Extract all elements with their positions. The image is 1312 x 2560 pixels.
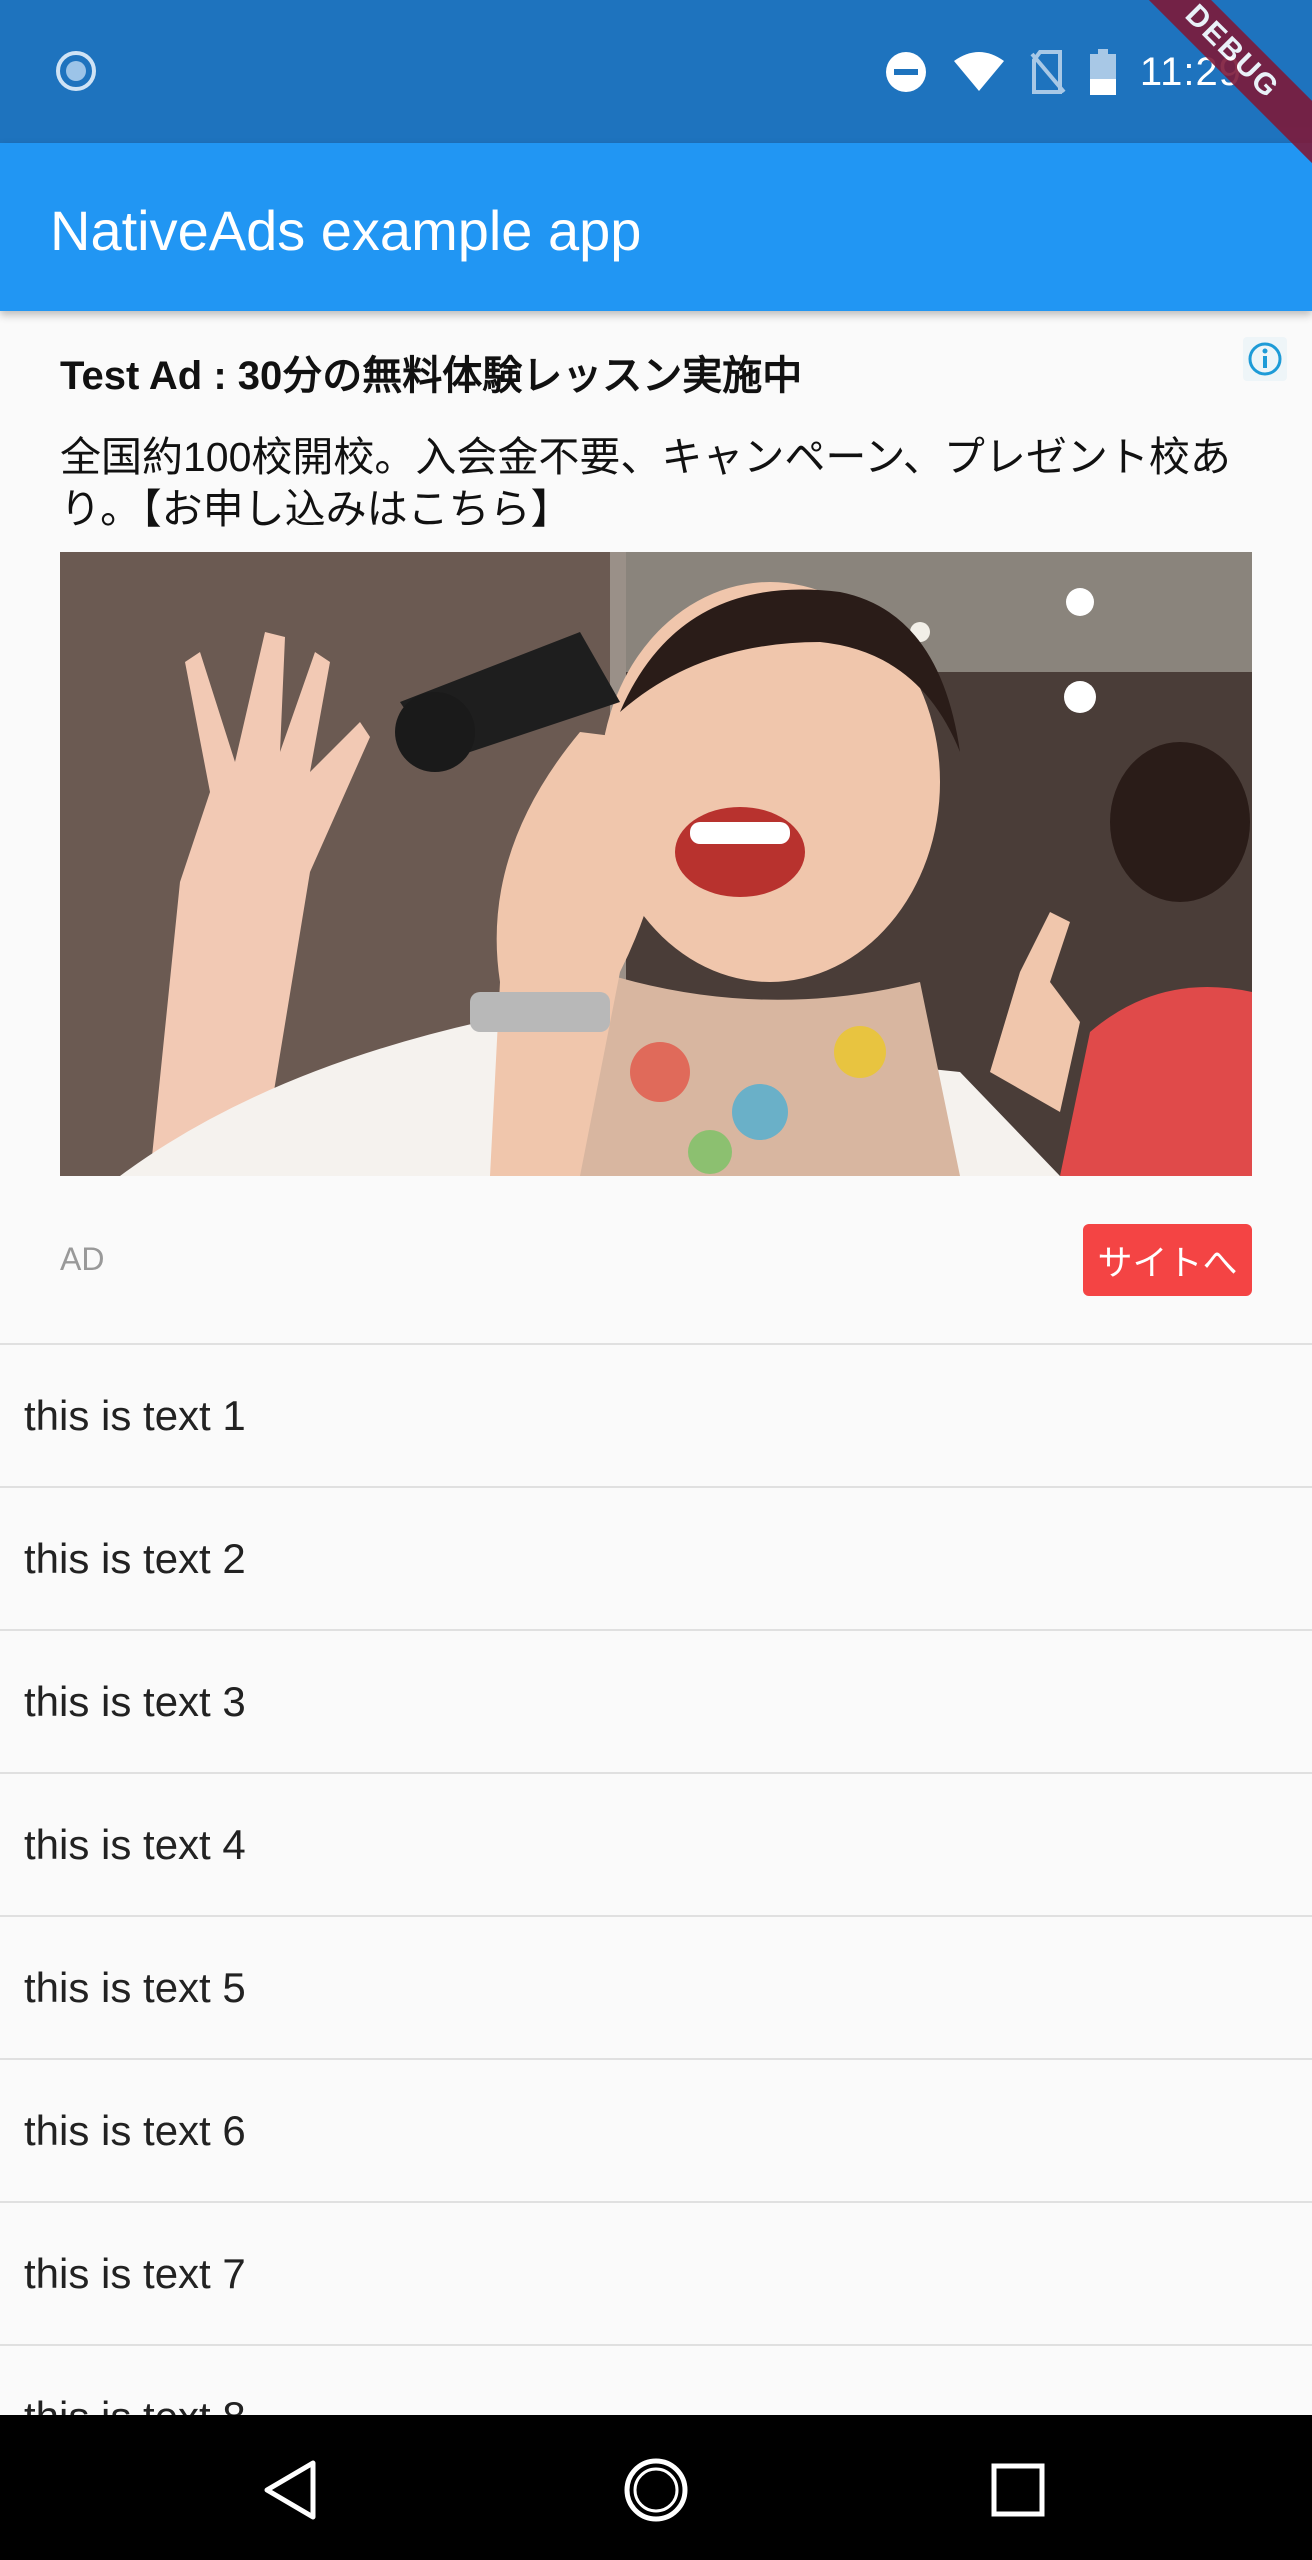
list-item[interactable]: this is text 7 <box>0 2201 1312 2344</box>
list-item[interactable]: this is text 6 <box>0 2058 1312 2201</box>
recents-icon[interactable] <box>983 2455 1053 2525</box>
ad-cta-button[interactable]: サイトへ <box>1083 1224 1252 1296</box>
ad-choices-info-icon[interactable] <box>1243 337 1287 381</box>
status-icons: 11:29 <box>884 40 1242 104</box>
ad-body[interactable]: 全国約100校開校。入会金不要、キャンペーン、プレゼント校あり。【お申し込みはこ… <box>60 431 1240 535</box>
do-not-disturb-icon <box>885 52 926 92</box>
list-item[interactable]: this is text 5 <box>0 1915 1312 2058</box>
back-icon[interactable] <box>255 2455 325 2525</box>
status-bar: 11:29 <box>0 0 1312 143</box>
list-item[interactable]: this is text 2 <box>0 1486 1312 1629</box>
wifi-icon <box>953 52 1004 91</box>
list-item[interactable]: this is text 4 <box>0 1772 1312 1915</box>
loading-spinner-icon <box>56 51 96 91</box>
native-ad[interactable]: Test Ad : 30分の無料体験レッスン実施中 全国約100校開校。入会金不… <box>0 311 1312 1343</box>
list-item[interactable]: this is text 3 <box>0 1629 1312 1772</box>
app-bar-title: NativeAds example app <box>50 199 642 262</box>
ad-media-image[interactable] <box>60 552 1252 1176</box>
ad-headline[interactable]: Test Ad : 30分の無料体験レッスン実施中 <box>60 343 802 401</box>
battery-icon <box>1089 49 1116 95</box>
text-list: this is text 1 this is text 2 this is te… <box>0 1343 1312 2487</box>
navigation-bar <box>0 2415 1312 2560</box>
home-icon[interactable] <box>621 2455 691 2525</box>
singer-photo-icon <box>60 552 1252 1176</box>
no-sim-icon <box>1030 50 1066 94</box>
list-item[interactable]: this is text 1 <box>0 1343 1312 1486</box>
app-bar: NativeAds example app <box>0 143 1312 311</box>
ad-attribution-label: AD <box>60 1241 105 1277</box>
